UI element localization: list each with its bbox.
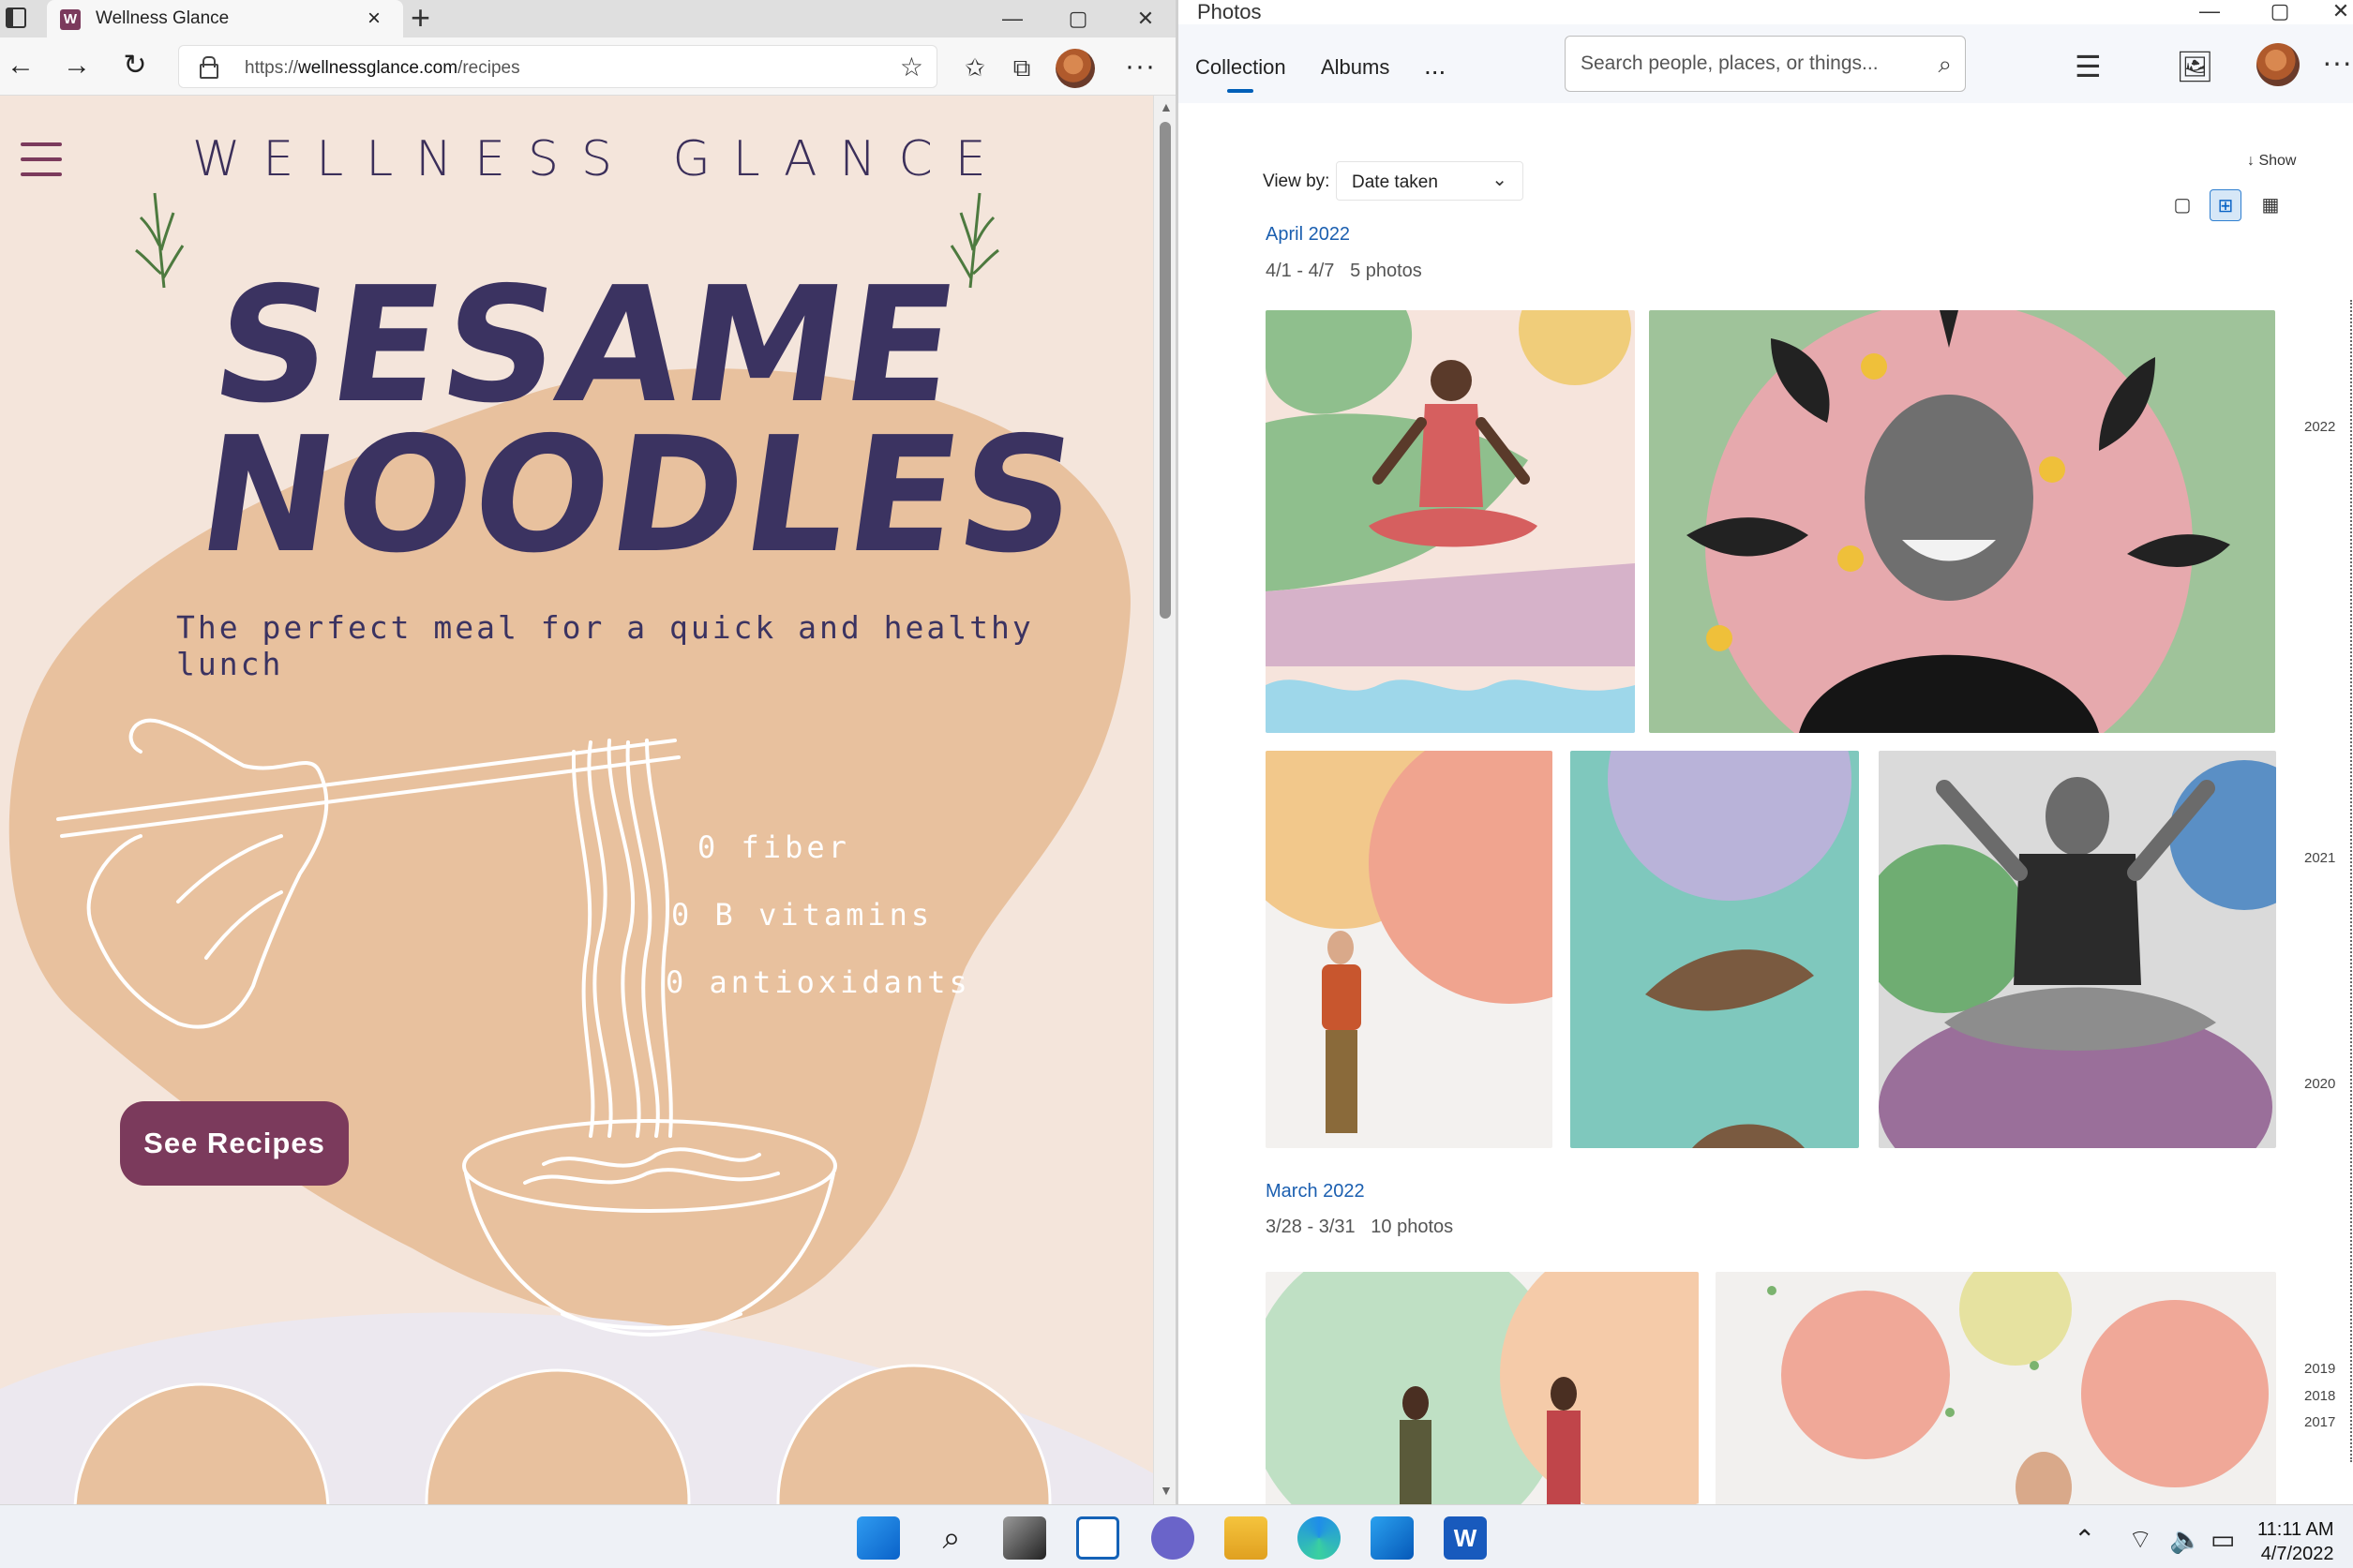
- task-view-icon[interactable]: [1003, 1516, 1046, 1560]
- hero-title-line2: NOODLES: [188, 403, 1090, 589]
- clock-date: 4/7/2022: [2260, 1544, 2334, 1564]
- lock-icon[interactable]: [200, 56, 218, 79]
- timeline-year[interactable]: 2019: [2304, 1361, 2335, 1377]
- photo-thumbnail[interactable]: [1570, 751, 1859, 1148]
- scroll-down-icon[interactable]: ▼: [1160, 1483, 1173, 1498]
- volume-icon[interactable]: 🔈: [2169, 1524, 2202, 1555]
- see-more-icon[interactable]: ···: [2322, 45, 2352, 80]
- view-large-icon[interactable]: ▢: [2166, 189, 2198, 221]
- group-range: 4/1 - 4/7 5 photos: [1266, 261, 1422, 281]
- timeline-scrubber[interactable]: [2343, 300, 2352, 1462]
- desktop: W Wellness Glance × + — ▢ ✕ ← → ↻ https:…: [0, 0, 2353, 1568]
- teams-chat-icon[interactable]: [1151, 1516, 1194, 1560]
- maximize-icon[interactable]: ▢: [1050, 0, 1106, 37]
- refresh-icon[interactable]: ↻: [116, 47, 154, 84]
- tab-albums[interactable]: Albums: [1321, 55, 1389, 80]
- start-icon[interactable]: [857, 1516, 900, 1560]
- taskbar-clock[interactable]: 11:11 AM 4/7/2022: [2257, 1517, 2334, 1566]
- favorites-icon[interactable]: ✩: [958, 51, 992, 84]
- show-button[interactable]: ↓ Show: [2247, 153, 2296, 170]
- group-month[interactable]: March 2022: [1266, 1181, 1365, 1202]
- hero-tagline: The perfect meal for a quick and healthy…: [176, 609, 1034, 682]
- browser-tab[interactable]: W Wellness Glance ×: [47, 0, 403, 37]
- timeline-year[interactable]: 2018: [2304, 1388, 2335, 1404]
- timeline-year[interactable]: 2020: [2304, 1076, 2335, 1092]
- scrollbar-thumb[interactable]: [1160, 122, 1171, 619]
- app-title: Photos: [1197, 0, 1262, 23]
- new-tab-button[interactable]: +: [411, 0, 430, 37]
- tab-collection[interactable]: Collection: [1195, 55, 1286, 93]
- photo-thumbnail[interactable]: [1266, 1272, 1699, 1504]
- timeline-year[interactable]: 2022: [2304, 419, 2335, 435]
- group-range: 3/28 - 3/31 10 photos: [1266, 1217, 1454, 1237]
- view-medium-icon[interactable]: ⊞: [2210, 189, 2241, 221]
- import-icon[interactable]: 🖼: [2176, 49, 2214, 84]
- view-by-value: Date taken: [1352, 172, 1438, 192]
- benefit-item: 0 antioxidants: [666, 964, 971, 1000]
- wifi-icon[interactable]: ⌔: [2128, 1524, 2152, 1557]
- close-tab-icon[interactable]: ×: [367, 6, 381, 32]
- timeline-year[interactable]: 2017: [2304, 1414, 2335, 1430]
- site-brand[interactable]: WELLNESS GLANCE: [192, 131, 1009, 187]
- add-favorite-icon[interactable]: ☆: [900, 52, 923, 82]
- group-month[interactable]: April 2022: [1266, 224, 1350, 246]
- search-input[interactable]: Search people, places, or things... ⌕: [1565, 36, 1966, 92]
- photo-thumbnail[interactable]: [1266, 751, 1552, 1148]
- profile-avatar[interactable]: [1056, 49, 1095, 88]
- web-page: WELLNESS GLANCE SESAME NOODLES The perfe…: [0, 96, 1153, 1504]
- leaf-sprig-left-icon: [135, 192, 185, 289]
- word-icon[interactable]: W: [1444, 1516, 1487, 1560]
- view-by-dropdown[interactable]: Date taken ⌄: [1336, 161, 1523, 201]
- photo-thumbnail[interactable]: [1266, 310, 1635, 733]
- show-hidden-icons-icon[interactable]: ⌃: [2074, 1524, 2095, 1555]
- more-options-icon[interactable]: ...: [1424, 51, 1446, 81]
- tab-strip: W Wellness Glance × + — ▢ ✕: [0, 0, 1176, 37]
- clock-time: 11:11 AM: [2257, 1519, 2334, 1540]
- photo-thumbnail[interactable]: [1716, 1272, 2276, 1504]
- browser-window: W Wellness Glance × + — ▢ ✕ ← → ↻ https:…: [0, 0, 1176, 1504]
- url-text[interactable]: https://wellnessglance.com/recipes: [245, 58, 520, 79]
- back-icon[interactable]: ←: [2, 47, 39, 84]
- edge-browser-icon[interactable]: [1297, 1516, 1341, 1560]
- photos-nav: Collection Albums ... Search people, pla…: [1178, 24, 2353, 103]
- photo-thumbnail[interactable]: [1879, 751, 2276, 1148]
- settings-more-icon[interactable]: ···: [1125, 51, 1156, 82]
- battery-icon[interactable]: ▭: [2211, 1524, 2235, 1555]
- widgets-icon[interactable]: [1076, 1516, 1119, 1560]
- page-scrollbar[interactable]: ▲ ▼: [1153, 96, 1176, 1504]
- view-small-icon[interactable]: ▦: [2255, 189, 2286, 221]
- benefit-item: 0 fiber: [697, 829, 850, 865]
- search-placeholder: Search people, places, or things...: [1581, 52, 1879, 74]
- browser-toolbar: ← → ↻ https://wellnessglance.com/recipes…: [0, 37, 1176, 96]
- benefit-item: 0 B vitamins: [671, 897, 934, 933]
- hamburger-menu-icon[interactable]: [21, 142, 62, 176]
- tab-actions-icon[interactable]: [6, 7, 26, 28]
- see-recipes-button[interactable]: See Recipes: [120, 1101, 349, 1186]
- bottom-illustrations: [73, 1364, 1052, 1504]
- close-window-icon[interactable]: ✕: [1117, 0, 1174, 37]
- address-bar[interactable]: https://wellnessglance.com/recipes ☆: [178, 45, 937, 88]
- chevron-down-icon: ⌄: [1491, 170, 1507, 190]
- taskbar: ⌕ W: [0, 1504, 2353, 1568]
- scroll-up-icon[interactable]: ▲: [1160, 99, 1173, 114]
- photo-thumbnail[interactable]: [1649, 310, 2275, 733]
- tab-title: Wellness Glance: [96, 8, 230, 28]
- select-checklist-icon[interactable]: ☰: [2075, 49, 2102, 84]
- store-icon[interactable]: [1371, 1516, 1414, 1560]
- site-favicon-icon: W: [60, 9, 81, 30]
- account-avatar[interactable]: [2256, 43, 2300, 86]
- collections-icon[interactable]: ⧉: [1005, 51, 1039, 84]
- timeline-year[interactable]: 2021: [2304, 850, 2335, 866]
- photos-window: Photos — ▢ ✕ Collection Albums ... Searc…: [1176, 0, 2353, 1504]
- arrow-down-icon: ↓: [2247, 153, 2259, 169]
- minimize-icon[interactable]: —: [984, 0, 1041, 37]
- view-by-label: View by:: [1263, 172, 1330, 191]
- show-label: Show: [2258, 153, 2297, 169]
- file-explorer-icon[interactable]: [1224, 1516, 1267, 1560]
- forward-icon[interactable]: →: [58, 47, 96, 84]
- search-icon[interactable]: ⌕: [1938, 50, 1952, 80]
- search-icon[interactable]: ⌕: [930, 1516, 973, 1560]
